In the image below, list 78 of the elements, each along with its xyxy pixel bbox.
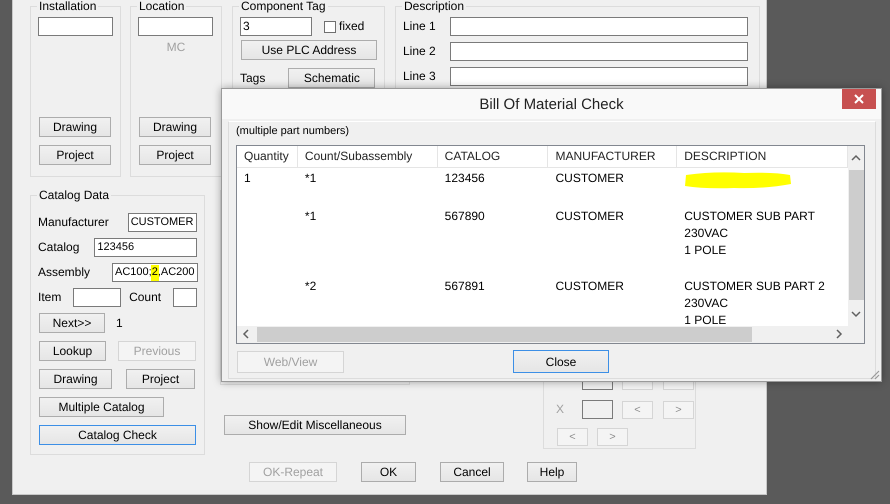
use-plc-address-button[interactable]: Use PLC Address [241,40,377,60]
column-header[interactable]: Quantity [237,146,298,167]
window-title: Bill Of Material Check [479,96,624,112]
value-box[interactable] [582,400,613,419]
close-icon [854,94,864,104]
dialog-button[interactable]: OK [361,462,416,482]
table-cell-text: 1 [244,170,252,187]
vertical-scrollbar[interactable] [848,146,864,326]
lookup-button[interactable]: Lookup [39,341,106,361]
drawing-button[interactable]: Drawing [39,369,112,389]
drawing-button[interactable]: Drawing [139,117,211,137]
manufacturer-field[interactable]: CUSTOMER [128,213,197,232]
table-cell-text: CUSTOMER [555,278,625,295]
description-field[interactable] [450,42,748,61]
item-number: 1 [116,316,123,330]
schematic-button[interactable]: Schematic [288,68,376,88]
column-header[interactable]: MANUFACTURER [548,146,678,167]
table-cell-text: CUSTOMER SUB PART [684,208,816,225]
catalog-label: Catalog [38,240,80,255]
count-label: Count [129,290,162,305]
assembly-label: Assembly [38,265,90,280]
multiple-catalog-button[interactable]: Multiple Catalog [39,397,164,417]
catalog-field[interactable]: 123456 [94,238,197,257]
table-cell-text: 230VAC [684,225,730,242]
line-label: Line 2 [403,44,437,59]
group-title: Description [402,0,466,13]
scroll-up-icon[interactable] [851,154,861,162]
installation-field[interactable] [38,17,113,36]
group-title: Catalog Data [37,189,112,202]
table-cell-text: 123456 [444,170,486,187]
component-tag-field[interactable]: 3 [240,17,312,36]
project-button[interactable]: Project [126,369,195,389]
table-cell-text: 230VAC [684,295,730,312]
scroll-down-icon[interactable] [851,310,861,318]
description-field[interactable] [450,17,748,36]
group-title: Installation [37,0,98,13]
table-cell-text: *1 [304,170,318,187]
group-title: Component Tag [239,0,328,13]
project-button[interactable]: Project [39,145,111,165]
item-field[interactable] [73,288,122,307]
horizontal-scrollbar[interactable] [237,326,848,343]
scroll-left-icon[interactable] [242,328,250,338]
catalog-check-button[interactable]: Catalog Check [39,425,196,445]
x-label: X [556,402,566,417]
drawing-button[interactable]: Drawing [39,117,111,137]
close-button[interactable] [842,89,876,109]
table-cell-text: *1 [304,208,318,225]
manufacturer-label: Manufacturer [38,215,109,230]
table-cell-text: 567891 [444,278,486,295]
tags-label: Tags [240,71,266,86]
table-cell-text: 1 POLE [684,312,728,326]
table-cell-text: *2 [304,278,318,295]
count-field[interactable] [173,288,197,307]
description-field[interactable] [450,67,748,86]
table-cell-text: CUSTOMER SUB PART 2 [684,278,826,295]
table-cell-text: CUSTOMER [555,208,625,225]
location-sublabel: MC [166,40,186,55]
project-button[interactable]: Project [139,145,211,165]
group-title: Location [137,0,186,13]
item-label: Item [38,290,62,305]
line-label: Line 3 [403,69,437,84]
table-cell-text: 1 POLE [684,242,728,259]
location-field[interactable] [138,17,213,36]
dialog-button[interactable]: Help [527,462,577,482]
show-edit-miscellaneous-button[interactable]: Show/Edit Miscellaneous [224,415,406,435]
scroll-right-icon[interactable] [835,328,843,338]
group-label: (multiple part numbers) [236,125,350,138]
table-cell-text: 567890 [444,208,486,225]
line-label: Line 1 [403,19,437,34]
next-button[interactable]: Next>> [39,313,105,333]
close-button[interactable]: Close [513,350,609,373]
table-cell-text: CUSTOMER [555,170,625,187]
column-header[interactable]: Count/Subassembly [298,146,438,167]
column-header[interactable]: CATALOG [438,146,548,167]
resize-grip-icon[interactable] [868,368,880,380]
fixed-label: fixed [339,19,364,34]
fixed-checkbox[interactable] [324,20,336,32]
dialog-button[interactable]: Cancel [440,462,504,482]
